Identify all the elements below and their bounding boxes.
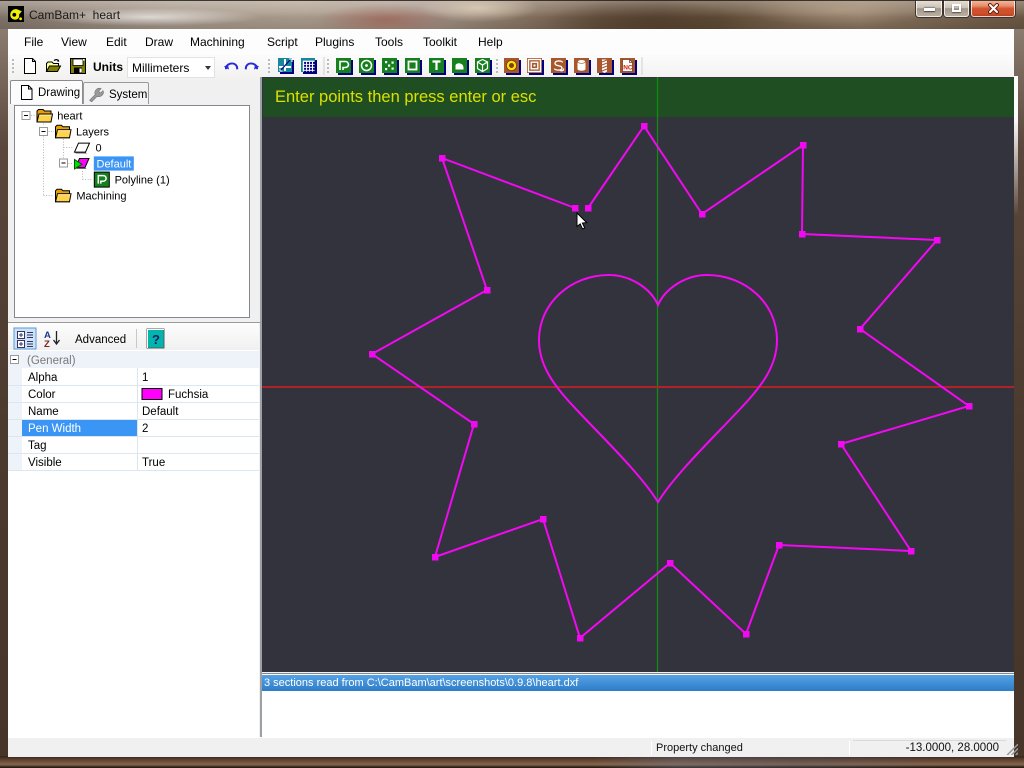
svg-text:Name: Name — [28, 406, 59, 418]
svg-text:Layers: Layers — [76, 127, 110, 139]
svg-text:Fuchsia: Fuchsia — [168, 389, 209, 401]
svg-text:Pen Width: Pen Width — [28, 423, 81, 435]
svg-text:?: ? — [152, 332, 160, 347]
svg-text:0: 0 — [96, 143, 102, 155]
svg-text:Alpha: Alpha — [28, 372, 58, 384]
svg-text:Default: Default — [97, 159, 132, 171]
svg-text:heart: heart — [57, 111, 82, 123]
svg-text:2: 2 — [142, 423, 148, 435]
svg-text:Z: Z — [44, 339, 50, 350]
svg-text:Color: Color — [28, 389, 56, 401]
svg-text:Tag: Tag — [28, 440, 47, 452]
svg-text:(General): (General) — [27, 355, 76, 367]
svg-text:True: True — [142, 457, 165, 469]
svg-text:Polyline (1): Polyline (1) — [115, 175, 170, 187]
svg-text:1: 1 — [142, 372, 148, 384]
svg-text:Visible: Visible — [28, 457, 62, 469]
svg-text:Machining: Machining — [76, 191, 126, 203]
svg-text:Advanced: Advanced — [75, 334, 126, 346]
svg-text:Default: Default — [142, 406, 179, 418]
svg-text:NC: NC — [623, 65, 633, 72]
